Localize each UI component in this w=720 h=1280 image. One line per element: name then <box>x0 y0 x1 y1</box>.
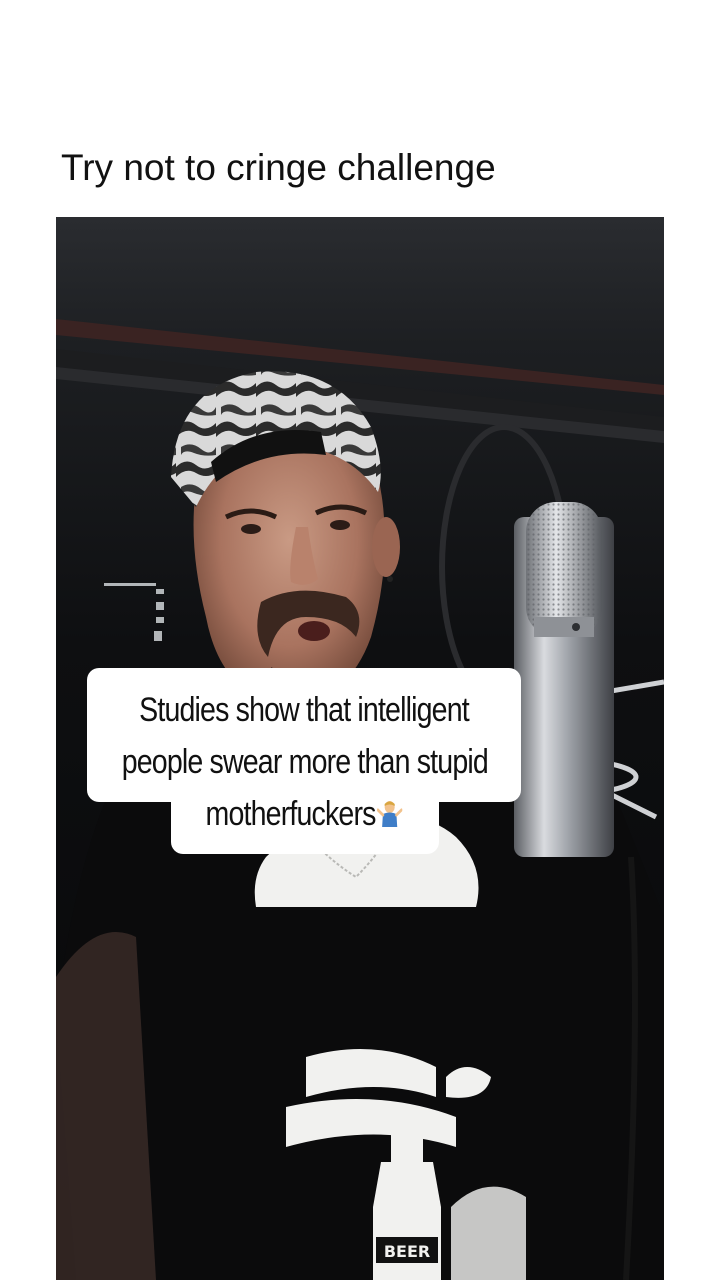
video-caption: Studies show that intelligent people swe… <box>87 684 521 840</box>
person-shrugging-icon <box>377 801 403 827</box>
caption-line-3: motherfuckers <box>122 788 487 840</box>
caption-line-2: people swear more than stupid <box>121 743 489 781</box>
post-title: Try not to cringe challenge <box>61 147 496 188</box>
shirt-text: BEER <box>384 1242 430 1261</box>
caption-line-1: Studies show that intelligent <box>139 691 470 729</box>
